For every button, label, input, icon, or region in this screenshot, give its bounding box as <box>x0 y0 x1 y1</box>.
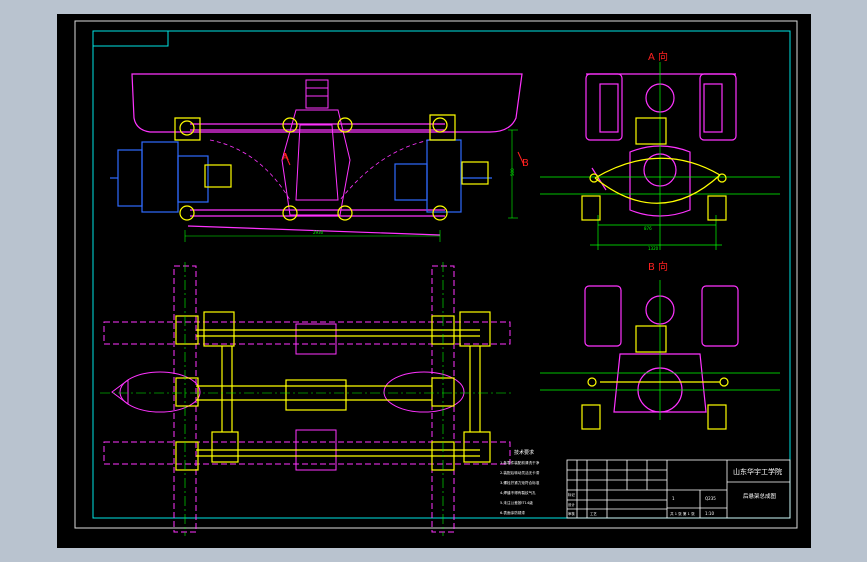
notes-heading: 技术要求 <box>514 449 534 456</box>
cad-drawing-canvas: 2930 500 B A A 向 876 1320 B 向 技术要求 1.各零件… <box>57 14 811 548</box>
title-row-label: 标记 <box>568 492 575 497</box>
note-line: 4.焊缝不得有裂纹气孔 <box>500 490 536 495</box>
section-marker-a: A <box>282 152 289 163</box>
note-line: 2.装配后转动灵活无卡滞 <box>500 470 540 475</box>
dim-side-outer: 1320 <box>648 246 659 251</box>
title-row-label: 审核 <box>568 511 575 516</box>
title-scale: 1:10 <box>705 511 714 516</box>
note-line: 1.各零件装配前清洗干净 <box>500 460 540 465</box>
section-marker-b: B <box>522 158 529 169</box>
title-sheet: 共 1 张 第 1 张 <box>670 511 695 516</box>
view-a-label: A 向 <box>648 50 668 63</box>
note-line: 6.表面涂防锈漆 <box>500 510 525 515</box>
dim-top-height: 500 <box>510 168 515 176</box>
dim-side-inner: 876 <box>644 226 652 231</box>
title-material: Q235 <box>705 496 716 501</box>
title-row-label: 工艺 <box>590 511 597 516</box>
view-b-label: B 向 <box>648 260 668 273</box>
note-line: 5.未注公差按IT14级 <box>500 500 533 505</box>
title-drawing-name: 后悬架总成图 <box>743 492 777 500</box>
dim-top-width: 2930 <box>313 230 324 235</box>
drawing-sheet-background <box>57 14 811 548</box>
note-line: 3.螺栓拧紧力矩符合标准 <box>500 480 540 485</box>
title-row-label: 设计 <box>568 502 575 507</box>
title-school: 山东华宇工学院 <box>733 467 782 476</box>
